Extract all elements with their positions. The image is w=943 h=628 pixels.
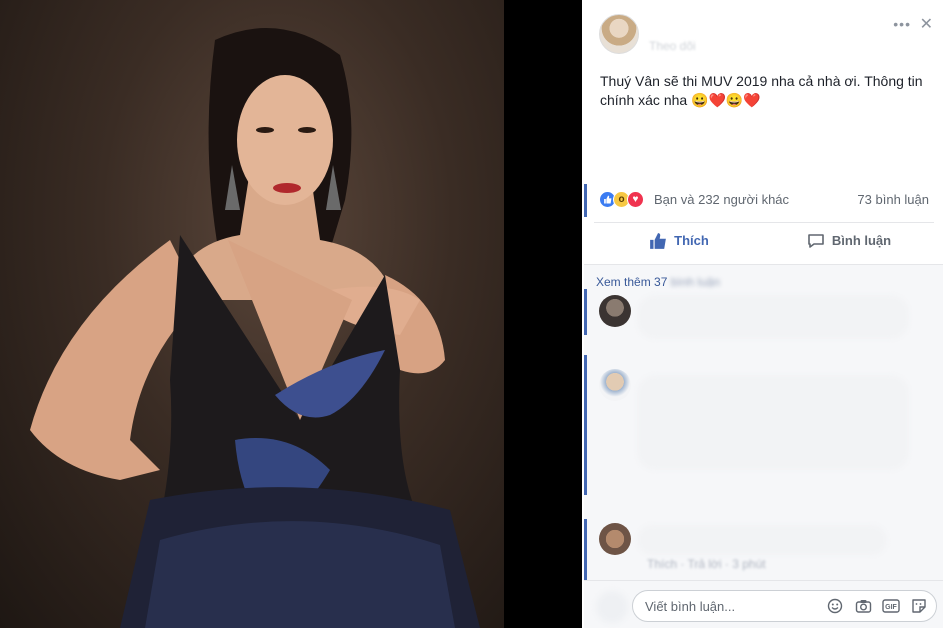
speech-bubble-icon — [807, 232, 825, 250]
photo-viewer — [0, 0, 582, 628]
sticker-icon[interactable] — [910, 597, 928, 615]
reaction-icons[interactable]: o ♥ — [599, 191, 644, 209]
more-options-icon[interactable]: ••• — [893, 16, 911, 32]
action-row: Thích Bình luận — [594, 222, 934, 258]
comment-item — [584, 355, 943, 495]
see-more-comments-link[interactable]: Xem thêm 37 bình luận — [596, 275, 720, 289]
emoji-icon[interactable] — [826, 597, 844, 615]
comment-bubble — [637, 375, 909, 470]
reaction-summary[interactable]: Bạn và 232 người khác — [654, 192, 789, 207]
gif-icon[interactable]: GIF — [882, 597, 900, 615]
commenter-avatar[interactable] — [599, 369, 631, 401]
comment-item — [584, 289, 943, 339]
photo-illustration — [30, 28, 480, 628]
post-header: Theo dõi ••• ✕ — [599, 14, 933, 58]
post-photo[interactable] — [0, 0, 504, 628]
see-more-prefix: Xem thêm 37 — [596, 275, 668, 289]
follow-link[interactable]: Theo dõi — [649, 39, 696, 53]
post-text: Thuý Vân sẽ thi MUV 2019 nha cả nhà ơi. … — [600, 73, 923, 108]
commenter-avatar[interactable] — [599, 295, 631, 327]
like-button[interactable]: Thích — [594, 223, 764, 258]
post-panel: Theo dõi ••• ✕ Thuý Vân sẽ thi MUV 2019 … — [582, 0, 943, 628]
love-icon: ♥ — [627, 191, 644, 208]
like-label: Thích — [674, 233, 709, 248]
comment-meta[interactable]: Thích · Trả lời · 3 phút — [647, 557, 766, 571]
comment-composer: Viết bình luận... GIF — [584, 580, 943, 628]
comment-button[interactable]: Bình luận — [764, 223, 934, 258]
close-icon[interactable]: ✕ — [920, 14, 933, 34]
comment-count[interactable]: 73 bình luận — [857, 192, 929, 207]
svg-text:GIF: GIF — [885, 604, 897, 611]
composer-icons: GIF — [826, 597, 928, 615]
comment-input-placeholder: Viết bình luận... — [645, 599, 736, 614]
composer-avatar — [596, 591, 628, 623]
comment-label: Bình luận — [831, 233, 892, 248]
camera-icon[interactable] — [854, 597, 872, 615]
see-more-blurred: bình luận — [670, 275, 721, 289]
commenter-avatar[interactable] — [599, 523, 631, 555]
comment-bubble — [637, 525, 887, 555]
comment-bubble — [637, 295, 909, 339]
comments-area: Xem thêm 37 bình luận Thích · Trả lời · … — [584, 264, 943, 628]
thumbs-up-icon — [649, 232, 667, 250]
author-avatar[interactable] — [599, 14, 639, 54]
comment-item: Thích · Trả lời · 3 phút — [584, 519, 943, 581]
reactions-bar: o ♥ Bạn và 232 người khác 73 bình luận — [584, 184, 943, 217]
comment-input[interactable]: Viết bình luận... GIF — [632, 590, 937, 622]
